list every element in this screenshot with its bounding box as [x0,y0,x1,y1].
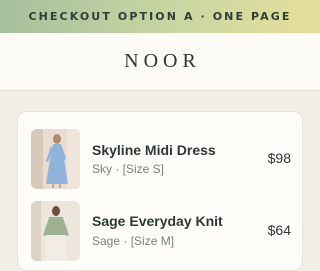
cart-item[interactable]: Skyline Midi Dress Sky · [Size S] $98 [31,129,291,191]
product-price: $64 [267,222,291,238]
brand-logo[interactable]: NOOR [119,50,201,73]
order-summary-card: Skyline Midi Dress Sky · [Size S] $98 Sa… [17,111,303,271]
cart-item[interactable]: Sage Everyday Knit Sage · [Size M] $64 [31,201,291,263]
product-variant: Sage · [Size M] [92,234,175,248]
product-thumbnail [31,129,80,189]
product-thumbnail [31,201,80,261]
banner-text: CHECKOUT OPTION A · ONE PAGE [28,10,292,23]
product-variant: Sky · [Size S] [92,162,165,176]
site-header: NOOR [0,33,320,91]
product-name[interactable]: Skyline Midi Dress [92,142,216,158]
announcement-banner: CHECKOUT OPTION A · ONE PAGE [0,0,320,33]
product-price: $98 [267,150,291,166]
product-name[interactable]: Sage Everyday Knit [92,213,223,229]
